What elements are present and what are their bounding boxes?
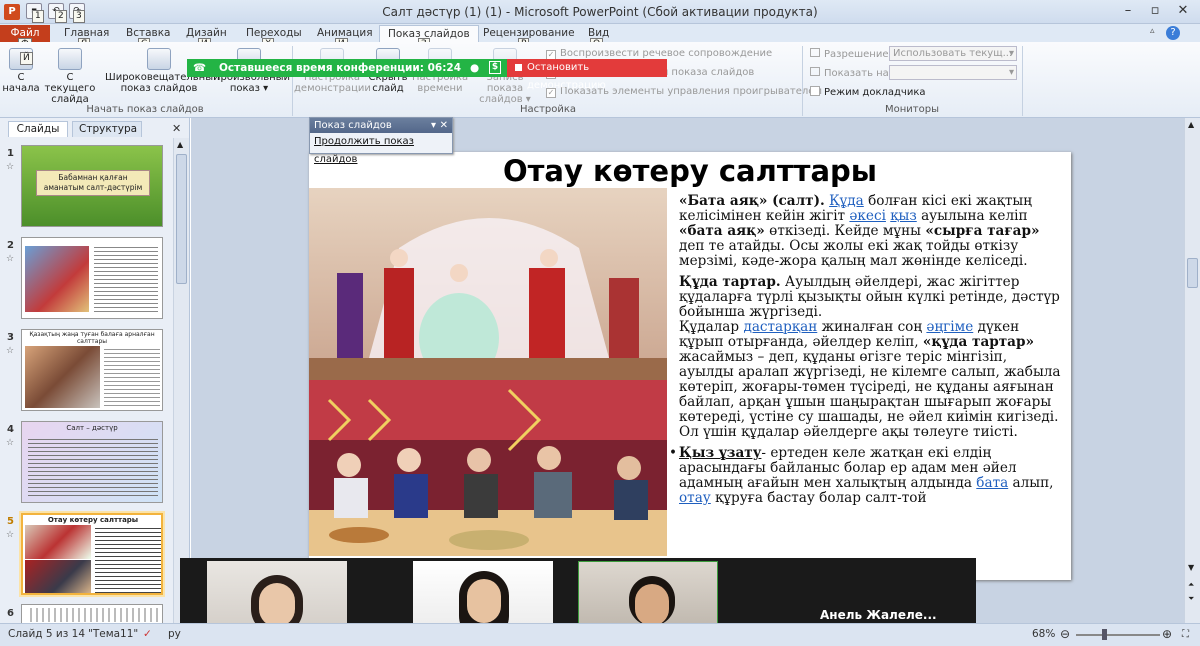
stop-icon — [515, 64, 522, 71]
scroll-up-icon[interactable]: ▲ — [1188, 120, 1194, 129]
paragraph-kyz-uzatu: • Қыз ұзату- ертеден келе жатқан екі елді… — [669, 445, 1054, 506]
paragraph-kuda-tartar: Құда тартар. Ауылдың әйелдері, жас жігіт… — [679, 274, 1060, 320]
popup-close-icon[interactable]: ✕ — [440, 118, 448, 133]
presenter-view-checkbox[interactable]: Режим докладчика — [810, 86, 926, 98]
paragraph-bata-ayak: «Бата аяқ» (салт). Құда болған кісі екі … — [679, 193, 1040, 269]
monitor-icon — [810, 67, 820, 76]
link-akesi[interactable]: әкесі — [849, 208, 886, 224]
animation-star-icon: ☆ — [6, 346, 15, 356]
conference-timer-bar: ☎ Оставшееся время конференции: 06:24 ● … — [187, 59, 507, 77]
panel-close-icon[interactable]: ✕ — [172, 122, 181, 135]
link-dastarkan[interactable]: дастарқан — [743, 319, 817, 335]
panel-scrollbar[interactable]: ▲ — [173, 138, 189, 623]
slides-panel: Слайды Структура ✕ 1 ☆ Бабамнан қалған а… — [0, 118, 190, 623]
spellcheck-icon[interactable]: ✓ — [143, 624, 152, 645]
minimize-icon[interactable]: – — [1115, 2, 1141, 20]
keytip-from-start: Й — [20, 52, 33, 65]
chevron-down-icon: ▾ — [1008, 48, 1014, 59]
popup-header[interactable]: Показ слайдов ▾ ✕ — [310, 118, 452, 133]
shield-icon: ● — [470, 62, 480, 74]
slide-thumbnail-2[interactable] — [21, 237, 163, 319]
close-icon[interactable]: ✕ — [1170, 2, 1196, 20]
zoom-out-icon[interactable]: ⊖ — [1060, 624, 1070, 645]
slide-body-text[interactable]: «Бата аяқ» (салт). Құда болған кісі екі … — [669, 193, 1062, 512]
animation-star-icon: ☆ — [6, 530, 15, 540]
fit-to-window-icon[interactable]: ⛶ — [1182, 624, 1189, 645]
current-slide[interactable]: Отау көтеру салттары «Бата аяқ» (салт). … — [309, 152, 1071, 580]
slide-thumbnail-5[interactable]: Отау көтеру салттары — [21, 513, 163, 595]
group-label-monitors: Мониторы — [885, 104, 939, 115]
zoom-level[interactable]: 68% — [1032, 624, 1055, 645]
stop-demo-button[interactable]: Остановить демонстрацию — [507, 59, 667, 91]
show-on-label: Показать на: — [810, 67, 892, 79]
link-bata[interactable]: бата — [976, 475, 1008, 491]
scroll-down-icon[interactable]: ▼ — [1188, 563, 1194, 572]
animation-star-icon: ☆ — [6, 162, 15, 172]
continue-slideshow-button[interactable]: Продолжить показ слайдов — [310, 133, 452, 169]
group-label-setup: Настройка — [519, 104, 577, 115]
dollar-icon: $ — [489, 61, 501, 74]
next-slide-icon[interactable]: ⏷ — [1188, 594, 1194, 604]
zoom-slider-thumb[interactable] — [1102, 629, 1107, 640]
thumb-5-caption: Отау көтеру салттары — [47, 516, 139, 524]
zoom-in-icon[interactable]: ⊕ — [1162, 624, 1172, 645]
slideshow-popup: Показ слайдов ▾ ✕ Продолжить показ слайдов — [309, 117, 453, 165]
link-otau[interactable]: отау — [679, 490, 711, 506]
link-angime[interactable]: әңгіме — [926, 319, 973, 335]
slide-thumbnail-1[interactable]: Бабамнан қалған аманатым салт-дәстүрім — [21, 145, 163, 227]
maximize-icon[interactable]: ▫ — [1142, 2, 1168, 20]
language-indicator[interactable]: ру — [168, 624, 181, 645]
participant-name: Анель Жалеле... — [820, 608, 937, 622]
tab-slides-panel[interactable]: Слайды — [8, 121, 68, 137]
thumb-4-caption: Салт – дәстүр — [66, 424, 118, 432]
editor-scroll-thumb[interactable] — [1187, 258, 1198, 288]
wedding-photo — [309, 188, 667, 380]
status-bar: Слайд 5 из 14 "Тема11" ✓ ру 68% ⊖ ⊕ ⛶ — [0, 623, 1200, 646]
ribbon-collapse-icon[interactable]: ▵ — [1150, 26, 1155, 36]
phone-icon: ☎ — [193, 62, 207, 74]
slide-thumbnail-4[interactable]: Салт – дәстүр — [21, 421, 163, 503]
resolution-icon — [810, 48, 820, 57]
paragraph-kudalar: Құдалар дастарқан жиналған соң әңгіме дү… — [679, 319, 1061, 440]
thumb-3-caption: Қазақтың жаңа туған балаға арналған салт… — [29, 331, 155, 345]
scroll-up-icon[interactable]: ▲ — [177, 140, 183, 149]
panel-scroll-thumb[interactable] — [176, 154, 187, 284]
slide-counter: Слайд 5 из 14 — [8, 628, 86, 640]
tab-outline-panel[interactable]: Структура — [72, 121, 142, 137]
conference-time-label: Оставшееся время конференции: 06:24 — [219, 62, 462, 74]
title-bar: P ▪ ↶ ↷ 1 2 3 Салт дәстүр (1) (1) - Micr… — [0, 0, 1200, 24]
slide-thumbnail-3[interactable]: Қазақтың жаңа туған балаға арналған салт… — [21, 329, 163, 411]
matchmaking-photo — [309, 380, 667, 556]
bullet-icon: • — [669, 445, 678, 461]
broadcast-icon — [147, 48, 171, 70]
slide-thumbnail-6[interactable] — [21, 604, 163, 623]
group-label-start: Начать показ слайдов — [86, 104, 204, 115]
animation-star-icon: ☆ — [6, 254, 15, 264]
prev-slide-icon[interactable]: ⏶ — [1188, 580, 1194, 590]
zoom-slider[interactable] — [1076, 629, 1160, 640]
chevron-down-icon[interactable]: ▾ — [431, 118, 436, 133]
help-icon[interactable]: ? — [1166, 26, 1180, 40]
animation-star-icon: ☆ — [6, 438, 15, 448]
chevron-down-icon: ▾ — [1008, 67, 1014, 78]
presentation-icon — [58, 48, 82, 70]
thumb-1-caption: Бабамнан қалған аманатым салт-дәстүрім — [36, 170, 150, 196]
window-title: Салт дәстүр (1) (1) - Microsoft PowerPoi… — [382, 5, 818, 19]
editor-scrollbar[interactable]: ▲ ▼ ⏶ ⏷ — [1184, 118, 1200, 623]
from-current-button[interactable]: С текущего слайда — [40, 48, 100, 105]
theme-name[interactable]: "Тема11" — [88, 624, 138, 645]
resolution-select[interactable]: Использовать текущ... ▾ — [889, 46, 1017, 61]
resolution-label: Разрешение: — [810, 48, 892, 60]
link-kyz[interactable]: қыз — [890, 208, 916, 224]
show-on-select[interactable]: ▾ — [889, 65, 1017, 80]
link-kuda[interactable]: Құда — [829, 193, 864, 209]
